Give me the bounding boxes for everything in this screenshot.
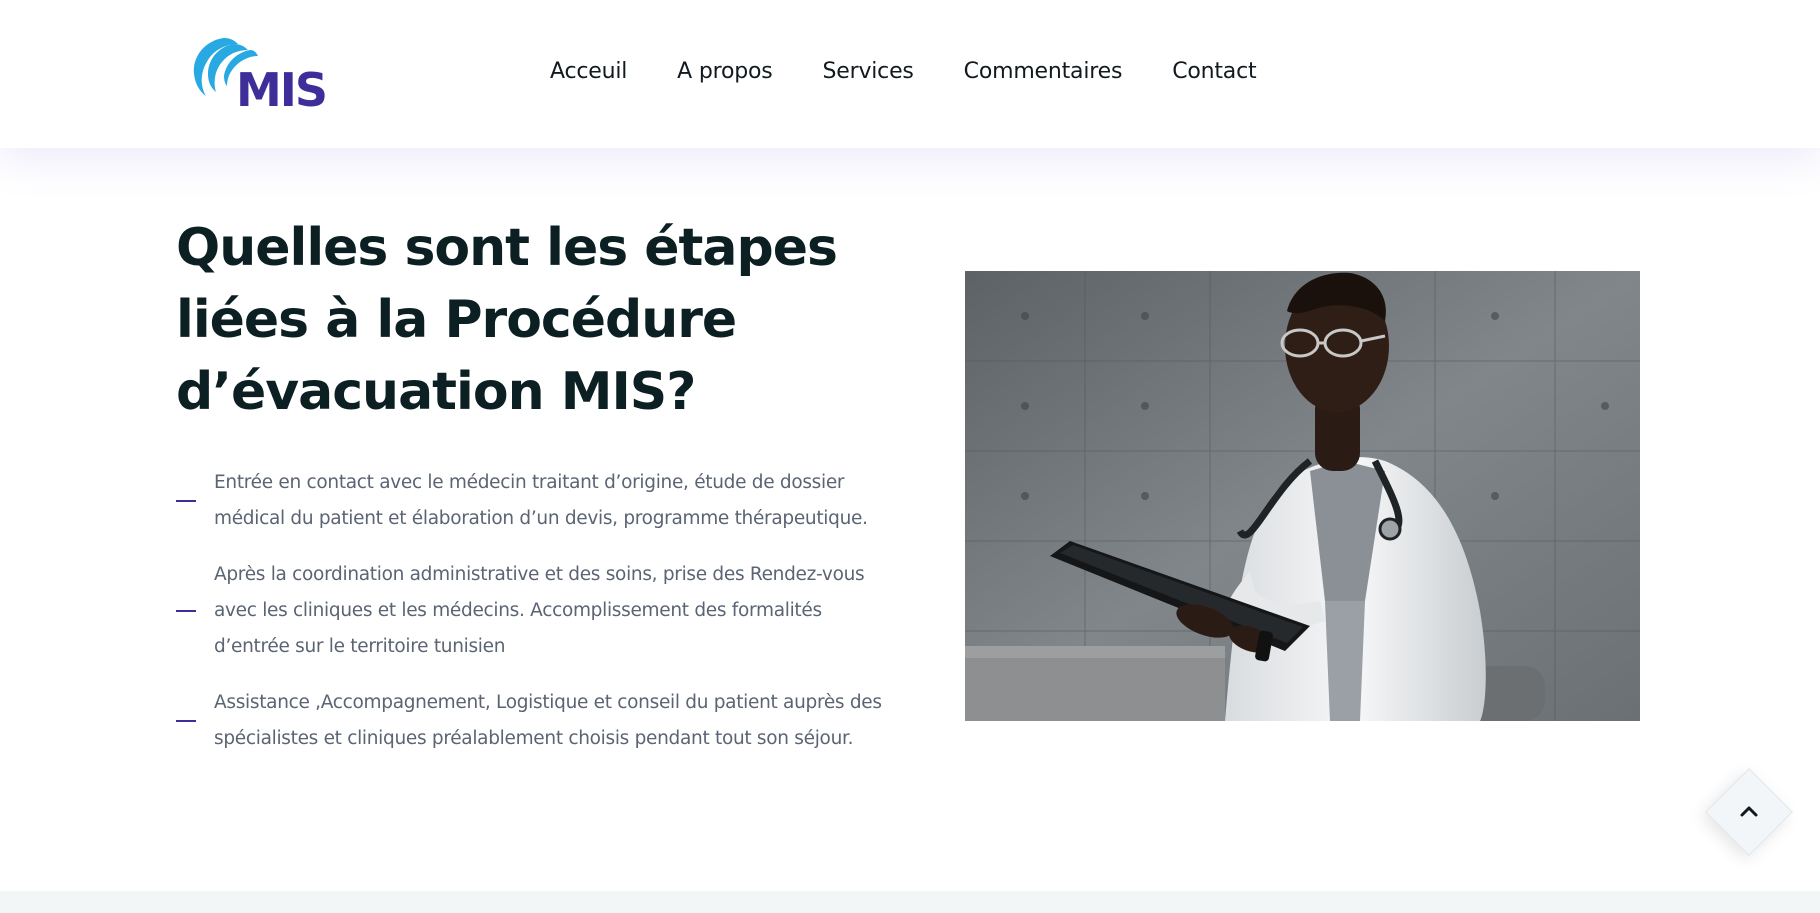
nav-item-acceuil[interactable]: Acceuil [550, 57, 627, 87]
dash-icon [176, 720, 196, 722]
site-header: MIS Acceuil A propos Services Commentair… [0, 0, 1820, 148]
steps-list: Entrée en contact avec le médecin traita… [176, 465, 896, 777]
svg-text:MIS: MIS [236, 63, 326, 108]
list-item: Après la coordination administrative et … [176, 557, 896, 665]
step-text: Assistance ,Accompagnement, Logistique e… [214, 692, 882, 749]
mis-logo[interactable]: MIS [186, 34, 334, 108]
footer-strip [0, 891, 1820, 913]
nav-item-services[interactable]: Services [823, 57, 914, 87]
step-text: Après la coordination administrative et … [214, 564, 865, 657]
nav-item-a-propos[interactable]: A propos [677, 57, 773, 87]
doctor-photo [965, 271, 1640, 721]
list-item: Assistance ,Accompagnement, Logistique e… [176, 685, 896, 757]
chevron-up-icon[interactable] [1735, 798, 1763, 826]
main-nav: Acceuil A propos Services Commentaires C… [550, 57, 1306, 87]
nav-item-contact[interactable]: Contact [1172, 57, 1256, 87]
step-text: Entrée en contact avec le médecin traita… [214, 472, 868, 529]
list-item: Entrée en contact avec le médecin traita… [176, 465, 896, 537]
dash-icon [176, 610, 196, 612]
nav-item-commentaires[interactable]: Commentaires [964, 57, 1123, 87]
dash-icon [176, 500, 196, 502]
page-title: Quelles sont les étapes liées à la Procé… [176, 218, 838, 422]
